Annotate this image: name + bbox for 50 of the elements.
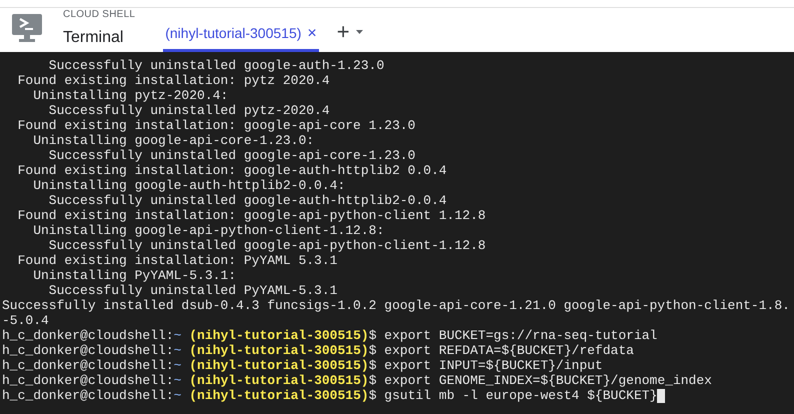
prompt-symbol: $ — [368, 328, 376, 343]
terminal-output-line: Found existing installation: pytz 2020.4 — [16, 73, 331, 88]
caret-icon[interactable] — [356, 30, 363, 34]
terminal-output-line: Found existing installation: PyYAML 5.3.1 — [16, 253, 338, 268]
terminal-output-line: Found existing installation: google-api-python-client 1.12.8 — [16, 208, 487, 223]
prompt-path: ~ — [174, 388, 182, 403]
terminal-monitor-icon — [12, 14, 42, 42]
add-tab-button[interactable]: + — [336, 21, 350, 43]
prompt-user: h_c_donker@cloudshell: — [2, 328, 174, 343]
terminal-output-line: Uninstalling PyYAML-5.3.1: — [32, 268, 238, 283]
terminal-command: export REFDATA=${BUCKET}/refdata — [384, 343, 634, 358]
prompt-path: ~ — [174, 328, 182, 343]
terminal-output-line: Successfully uninstalled google-api-core-1.23.0 — [48, 148, 416, 163]
terminal-output-line: Uninstalling pytz-2020.4: — [32, 88, 230, 103]
page-title: Terminal — [63, 28, 124, 48]
terminal-output-line: Uninstalling google-api-core-1.23.0: — [32, 133, 316, 148]
prompt-path: ~ — [174, 343, 182, 358]
prompt-user: h_c_donker@cloudshell: — [2, 373, 174, 388]
terminal-command: export BUCKET=gs://rna-seq-tutorial — [384, 328, 658, 343]
prompt-project: (nihyl-tutorial-300515) — [189, 373, 369, 388]
prompt-path: ~ — [174, 358, 182, 373]
terminal-output-line: Successfully uninstalled pytz-2020.4 — [48, 103, 331, 118]
prompt-user: h_c_donker@cloudshell: — [2, 343, 174, 358]
prompt-symbol: $ — [368, 358, 376, 373]
terminal-output-line: Found existing installation: google-api-core 1.23.0 — [16, 118, 416, 133]
prompt-path: ~ — [174, 373, 182, 388]
prompt-symbol: $ — [368, 373, 376, 388]
terminal-output-line: Successfully uninstalled PyYAML-5.3.1 — [48, 283, 338, 298]
terminal-output-line: Found existing installation: google-auth-httplib2 0.0.4 — [16, 163, 448, 178]
terminal-output-line: Successfully uninstalled google-api-python-client-1.12.8 — [48, 238, 487, 253]
prompt-user: h_c_donker@cloudshell: — [2, 358, 174, 373]
terminal-output-line: Uninstalling google-auth-httplib2-0.0.4: — [32, 178, 346, 193]
terminal-command: export INPUT=${BUCKET}/input — [384, 358, 603, 373]
prompt-project: (nihyl-tutorial-300515) — [189, 358, 369, 373]
prompt-project: (nihyl-tutorial-300515) — [189, 343, 369, 358]
terminal-output-line: -5.0.4 — [2, 313, 50, 328]
product-label: CLOUD SHELL — [63, 9, 136, 21]
prompt-user: h_c_donker@cloudshell: — [2, 388, 174, 403]
prompt-symbol: $ — [368, 388, 376, 403]
terminal-command: export GENOME_INDEX=${BUCKET}/genome_index — [384, 373, 712, 388]
close-tab-button[interactable]: × — [307, 26, 317, 42]
terminal-panel[interactable] — [0, 52, 794, 414]
prompt-project: (nihyl-tutorial-300515) — [189, 328, 369, 343]
terminal-command: gsutil mb -l europe-west4 ${BUCKET} — [384, 388, 658, 403]
prompt-symbol: $ — [368, 343, 376, 358]
terminal-output-line: Successfully installed dsub-0.4.3 funcsigs-1.0.2 google-api-core-1.21.0 google-api-python-client-1.8. — [2, 298, 791, 313]
terminal-output-line: Uninstalling google-api-python-client-1.12.8: — [32, 223, 386, 238]
terminal-output-line: Successfully uninstalled google-auth-1.23.0 — [48, 58, 386, 73]
prompt-project: (nihyl-tutorial-300515) — [189, 388, 369, 403]
terminal-output-line: Successfully uninstalled google-auth-httplib2-0.0.4 — [48, 193, 448, 208]
